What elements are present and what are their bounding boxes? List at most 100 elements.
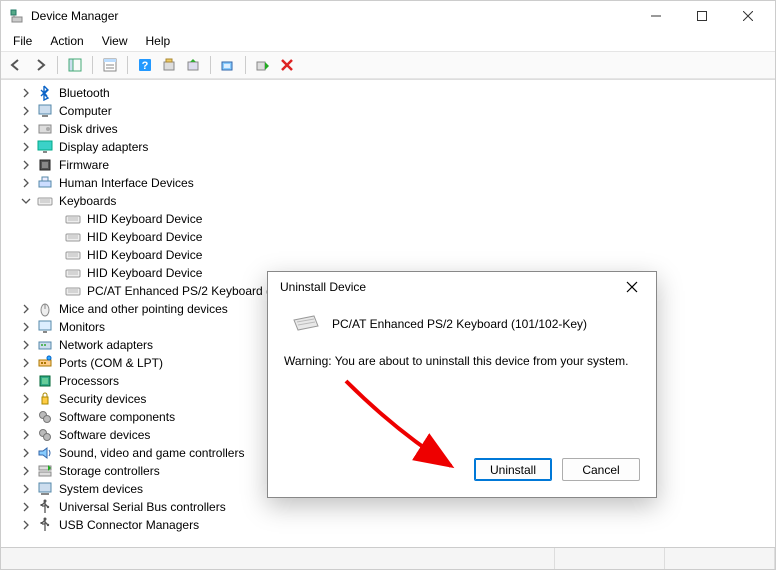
uninstall-device-toolbar-button[interactable] — [217, 54, 239, 76]
tree-node-label: Storage controllers — [57, 464, 160, 478]
tree-node[interactable]: Universal Serial Bus controllers — [7, 498, 775, 516]
status-panel — [1, 548, 555, 569]
dialog-close-button[interactable] — [614, 273, 650, 301]
expand-icon[interactable] — [19, 482, 33, 496]
toolbar: ? — [1, 51, 775, 79]
titlebar: Device Manager — [1, 1, 775, 31]
device-icon — [65, 211, 81, 227]
tree-node[interactable]: Firmware — [7, 156, 775, 174]
close-button[interactable] — [725, 1, 771, 31]
menu-help[interactable]: Help — [138, 33, 179, 49]
device-manager-window: Device Manager File Action View Help — [0, 0, 776, 570]
expand-icon[interactable] — [19, 428, 33, 442]
svg-text:?: ? — [142, 60, 149, 72]
menu-action[interactable]: Action — [42, 33, 91, 49]
tree-node[interactable]: Display adapters — [7, 138, 775, 156]
toolbar-separator — [92, 56, 93, 74]
tree-node[interactable]: Disk drives — [7, 120, 775, 138]
expand-icon[interactable] — [19, 158, 33, 172]
uninstall-device-dialog: Uninstall Device PC/AT Enhanced PS/2 Key… — [267, 271, 657, 498]
device-category-icon — [37, 85, 53, 101]
device-category-icon — [37, 463, 53, 479]
expand-icon[interactable] — [19, 356, 33, 370]
device-category-icon — [37, 391, 53, 407]
tree-node-label: Disk drives — [57, 122, 118, 136]
expand-icon[interactable] — [19, 338, 33, 352]
dialog-title: Uninstall Device — [280, 280, 614, 294]
device-category-icon — [37, 499, 53, 515]
toolbar-separator — [127, 56, 128, 74]
device-category-icon — [37, 445, 53, 461]
menubar: File Action View Help — [1, 31, 775, 51]
minimize-button[interactable] — [633, 1, 679, 31]
tree-node[interactable]: Computer — [7, 102, 775, 120]
device-category-icon — [37, 193, 53, 209]
tree-node[interactable]: Bluetooth — [7, 84, 775, 102]
expand-icon[interactable] — [19, 176, 33, 190]
dialog-button-row: Uninstall Cancel — [268, 458, 656, 497]
show-hide-tree-button[interactable] — [64, 54, 86, 76]
tree-node-label: Monitors — [57, 320, 105, 334]
expand-icon[interactable] — [19, 464, 33, 478]
toolbar-separator — [245, 56, 246, 74]
expand-icon[interactable] — [19, 392, 33, 406]
expand-icon[interactable] — [19, 302, 33, 316]
expand-icon[interactable] — [19, 446, 33, 460]
expand-icon[interactable] — [19, 86, 33, 100]
dialog-titlebar: Uninstall Device — [268, 272, 656, 302]
enable-device-button[interactable] — [252, 54, 274, 76]
menu-file[interactable]: File — [5, 33, 40, 49]
expand-icon[interactable] — [19, 122, 33, 136]
tree-node-label: Mice and other pointing devices — [57, 302, 228, 316]
device-category-icon — [37, 139, 53, 155]
scan-hardware-button[interactable] — [158, 54, 180, 76]
device-category-icon — [37, 481, 53, 497]
uninstall-button[interactable]: Uninstall — [474, 458, 552, 481]
expand-icon[interactable] — [19, 320, 33, 334]
device-category-icon — [37, 319, 53, 335]
expand-icon[interactable] — [19, 140, 33, 154]
status-panel — [555, 548, 665, 569]
tree-node-label: Ports (COM & LPT) — [57, 356, 163, 370]
tree-node-label: HID Keyboard Device — [85, 230, 202, 244]
device-category-icon — [37, 427, 53, 443]
window-title: Device Manager — [31, 9, 118, 23]
device-category-icon — [37, 409, 53, 425]
expand-icon[interactable] — [19, 518, 33, 532]
device-icon — [65, 229, 81, 245]
device-category-icon — [37, 373, 53, 389]
tree-node-label: Keyboards — [57, 194, 116, 208]
tree-node-label: Human Interface Devices — [57, 176, 194, 190]
tree-node[interactable]: HID Keyboard Device — [7, 210, 775, 228]
cancel-button[interactable]: Cancel — [562, 458, 640, 481]
device-category-icon — [37, 301, 53, 317]
expand-icon[interactable] — [19, 104, 33, 118]
disable-device-button[interactable] — [276, 54, 298, 76]
toolbar-separator — [57, 56, 58, 74]
app-icon — [9, 8, 25, 24]
device-category-icon — [37, 355, 53, 371]
expand-icon[interactable] — [19, 410, 33, 424]
expand-icon[interactable] — [19, 374, 33, 388]
status-panel — [665, 548, 775, 569]
tree-node[interactable]: Keyboards — [7, 192, 775, 210]
tree-node-label: System devices — [57, 482, 143, 496]
tree-node-label: Firmware — [57, 158, 109, 172]
collapse-icon[interactable] — [19, 194, 33, 208]
toolbar-separator — [210, 56, 211, 74]
tree-node-label: Network adapters — [57, 338, 153, 352]
forward-button[interactable] — [29, 54, 51, 76]
expand-icon[interactable] — [19, 500, 33, 514]
back-button[interactable] — [5, 54, 27, 76]
properties-button[interactable] — [99, 54, 121, 76]
tree-node[interactable]: HID Keyboard Device — [7, 246, 775, 264]
tree-node[interactable]: Human Interface Devices — [7, 174, 775, 192]
update-driver-button[interactable] — [182, 54, 204, 76]
maximize-button[interactable] — [679, 1, 725, 31]
menu-view[interactable]: View — [94, 33, 136, 49]
tree-node-label: Processors — [57, 374, 119, 388]
help-button[interactable]: ? — [134, 54, 156, 76]
device-category-icon — [37, 337, 53, 353]
tree-node[interactable]: HID Keyboard Device — [7, 228, 775, 246]
tree-node[interactable]: USB Connector Managers — [7, 516, 775, 534]
